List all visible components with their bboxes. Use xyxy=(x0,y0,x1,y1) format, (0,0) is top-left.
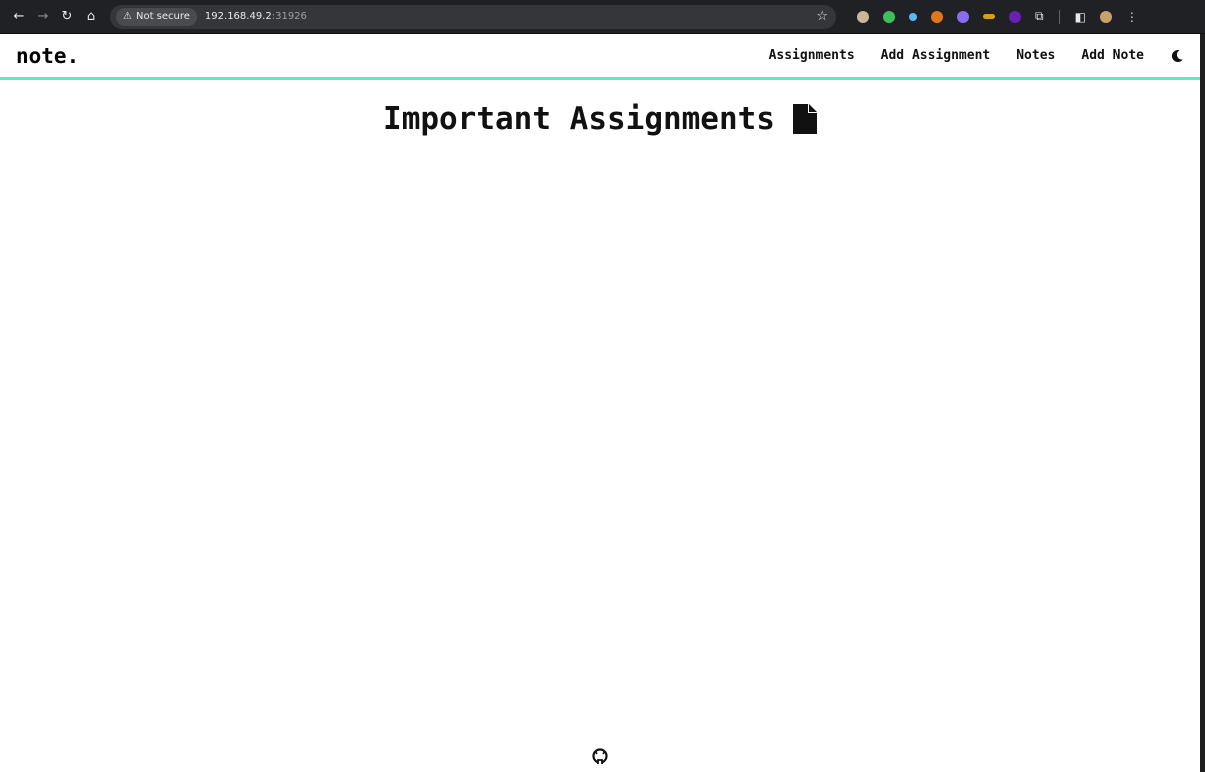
url-host: 192.168.49.2 xyxy=(204,11,272,22)
main-nav: Assignments Add Assignment Notes Add Not… xyxy=(743,48,1184,63)
profile-icon[interactable] xyxy=(1099,10,1112,23)
browser-toolbar: ← → ↻ ⌂ ⚠ Not secure 192.168.49.2:31926 … xyxy=(0,0,1205,34)
extension-icon[interactable] xyxy=(931,10,943,23)
document-icon xyxy=(792,104,817,134)
menu-icon[interactable]: ⋮ xyxy=(1126,10,1138,24)
warning-icon: ⚠ xyxy=(123,11,132,22)
extension-icon[interactable] xyxy=(983,14,995,19)
reload-icon[interactable]: ↻ xyxy=(56,6,78,28)
brand-logo[interactable]: note. xyxy=(16,44,79,68)
extension-icon[interactable] xyxy=(909,12,917,21)
back-icon[interactable]: ← xyxy=(8,6,30,28)
forward-icon[interactable]: → xyxy=(32,6,54,28)
extension-icon[interactable] xyxy=(883,10,895,23)
extension-icon[interactable] xyxy=(857,10,869,23)
page-title-row: Important Assignments xyxy=(0,101,1200,137)
sidebar-icon[interactable]: ◧ xyxy=(1075,10,1086,24)
page-title: Important Assignments xyxy=(383,101,775,137)
nav-add-assignment[interactable]: Add Assignment xyxy=(881,48,991,63)
toolbar-divider xyxy=(1058,9,1060,24)
star-icon[interactable]: ☆ xyxy=(816,9,828,24)
security-chip[interactable]: ⚠ Not secure xyxy=(116,7,197,26)
security-label: Not secure xyxy=(135,11,190,22)
nav-add-note[interactable]: Add Note xyxy=(1081,48,1144,63)
url-text[interactable]: 192.168.49.2:31926 xyxy=(205,11,307,22)
extensions-icon[interactable]: ⧉ xyxy=(1035,9,1044,24)
nav-assignments[interactable]: Assignments xyxy=(769,48,855,63)
url-port: :31926 xyxy=(271,11,307,22)
home-icon[interactable]: ⌂ xyxy=(80,6,102,28)
app-header: note. Assignments Add Assignment Notes A… xyxy=(0,34,1200,80)
github-icon[interactable] xyxy=(592,748,608,764)
footer xyxy=(0,748,1200,770)
extension-icon[interactable] xyxy=(1009,10,1021,23)
scrollbar-edge xyxy=(1200,34,1205,772)
moon-icon[interactable] xyxy=(1170,49,1184,63)
address-bar[interactable]: ⚠ Not secure 192.168.49.2:31926 ☆ xyxy=(110,4,836,29)
extensions-row: ⧉ ◧ ⋮ xyxy=(850,9,1145,24)
main-content: Important Assignments xyxy=(0,83,1200,743)
nav-notes[interactable]: Notes xyxy=(1016,48,1055,63)
extension-icon[interactable] xyxy=(957,10,969,23)
